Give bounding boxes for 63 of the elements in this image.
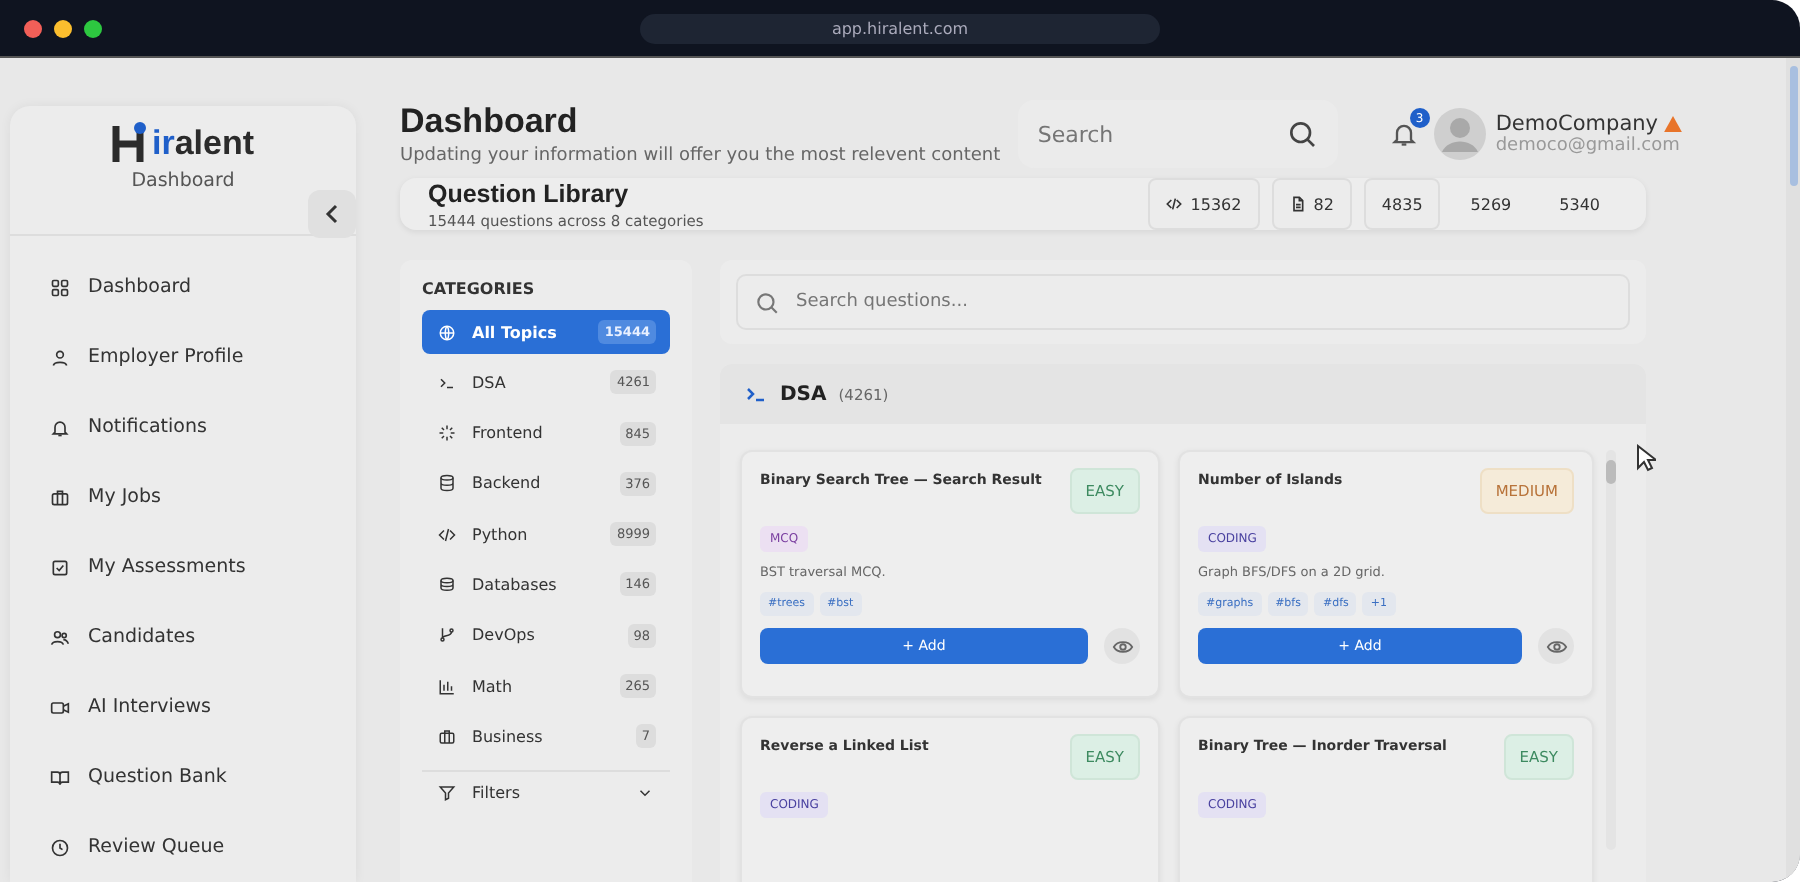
stat-chip: 82 (1271, 178, 1352, 230)
globe-icon (438, 323, 456, 341)
code-icon (1166, 196, 1183, 212)
nav-item[interactable]: Question Bank (50, 758, 227, 796)
page-scrollbar[interactable] (1786, 58, 1800, 882)
nav-item[interactable]: Notifications (50, 408, 207, 446)
book-icon (50, 767, 70, 787)
eye-icon (1545, 635, 1567, 657)
user-icon (50, 347, 70, 367)
address-bar[interactable]: app.hiralent.com (640, 13, 1160, 43)
grid-icon (50, 277, 70, 297)
nav-item[interactable]: My Assessments (50, 548, 246, 586)
search-icon (754, 290, 780, 316)
close-dot[interactable] (24, 19, 42, 37)
user-email: democo@gmail.com (1495, 136, 1682, 156)
briefcase-icon (50, 487, 70, 507)
terminal-icon (744, 382, 768, 406)
page-title: Dashboard (400, 102, 580, 142)
stat-count: 5340 (1557, 193, 1602, 217)
branch-icon (438, 626, 456, 645)
pointer-icon (1636, 444, 1656, 472)
section-title: DSA (780, 383, 827, 405)
clock-icon (50, 837, 70, 857)
user-name: DemoCompany (1495, 112, 1658, 136)
sidebar-subtitle: Dashboard (131, 170, 235, 192)
briefcase-icon (438, 727, 456, 746)
terminal-icon (438, 373, 456, 392)
scrollbar[interactable] (1606, 450, 1616, 850)
database-icon (438, 474, 456, 493)
categories-heading: CATEGORIES (422, 280, 537, 298)
collapse-button[interactable] (308, 190, 356, 238)
preview-button[interactable] (1104, 628, 1140, 664)
question-search-field[interactable]: Search questions... (736, 274, 1630, 330)
video-icon (50, 697, 70, 717)
check-icon (50, 557, 70, 577)
logo-text: iralent (151, 124, 255, 164)
page-subtitle: Updating your information will offer you the most relevent content (400, 146, 1003, 166)
stat-count: 5269 (1468, 193, 1514, 217)
minimize-dot[interactable] (54, 19, 72, 37)
search-icon (1285, 118, 1318, 150)
chart-icon (438, 677, 456, 696)
layers-icon (438, 575, 456, 594)
bell-icon[interactable] (1389, 120, 1418, 148)
doc-icon (1289, 196, 1306, 212)
nav-item[interactable]: Dashboard (50, 268, 192, 306)
nav-item[interactable]: Candidates (50, 618, 196, 656)
logo-icon (111, 122, 152, 166)
zoom-dot[interactable] (84, 19, 102, 37)
users-icon (50, 627, 70, 647)
nav-item[interactable]: My Jobs (50, 478, 161, 516)
chevron-left-icon (324, 204, 340, 224)
code-icon (438, 525, 456, 544)
stat-chip: 15362 (1148, 178, 1260, 230)
stat-chip: 4835 (1363, 178, 1441, 230)
eye-icon (1111, 635, 1133, 657)
library-title: Question Library (428, 179, 631, 207)
nav-item[interactable]: AI Interviews (50, 688, 211, 726)
bell-icon (50, 417, 70, 437)
nav-item[interactable]: Employer Profile (50, 338, 244, 376)
preview-button[interactable] (1538, 628, 1574, 664)
filter-icon (438, 783, 456, 802)
filters-toggle[interactable]: Filters (422, 770, 670, 813)
nav-item[interactable]: Review Queue (50, 828, 225, 866)
